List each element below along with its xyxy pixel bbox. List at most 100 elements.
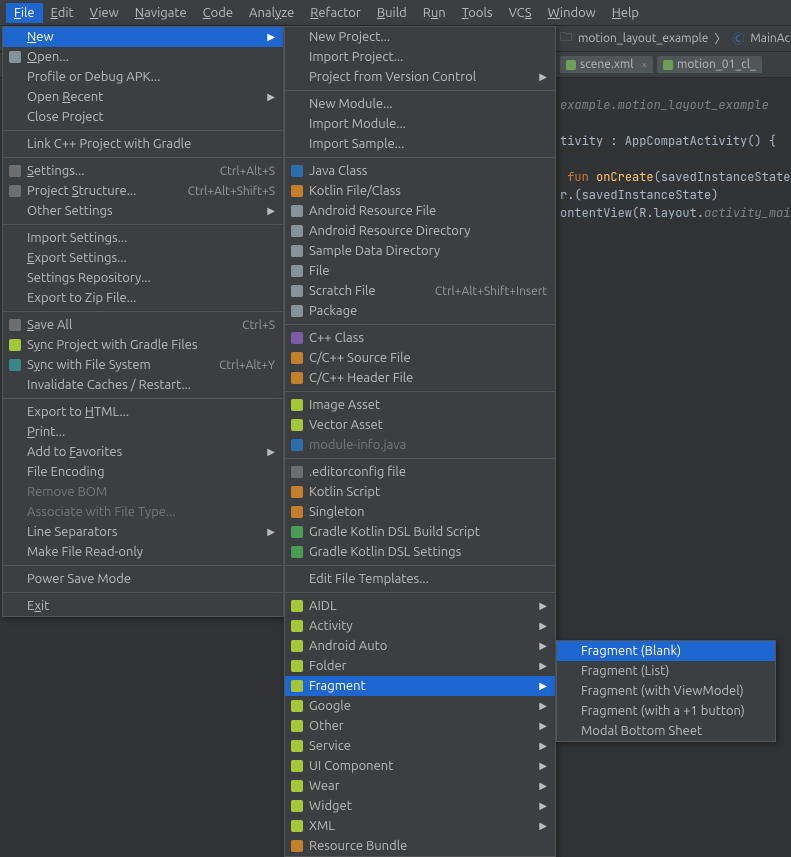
new-gradle-kotlin-dsl-build-script[interactable]: Gradle Kotlin DSL Build Script <box>285 522 555 542</box>
file-sync-project-with-gradle-files[interactable]: Sync Project with Gradle Files <box>3 335 283 355</box>
breadcrumb-folder[interactable]: motion_layout_example <box>578 32 708 45</box>
file-new[interactable]: New▶ <box>3 27 283 47</box>
new-file[interactable]: File <box>285 261 555 281</box>
new-java-class[interactable]: Java Class <box>285 161 555 181</box>
new-import-sample[interactable]: Import Sample... <box>285 134 555 154</box>
new-fragment[interactable]: Fragment▶ <box>285 676 555 696</box>
menu-item-label: Service <box>309 739 351 753</box>
fragment-fragment-list[interactable]: Fragment (List) <box>557 661 775 681</box>
new-widget[interactable]: Widget▶ <box>285 796 555 816</box>
menu-item-label: Import Project... <box>309 50 403 64</box>
file-sync-with-file-system[interactable]: Sync with File SystemCtrl+Alt+Y <box>3 355 283 375</box>
new-wear[interactable]: Wear▶ <box>285 776 555 796</box>
file-settings[interactable]: Settings...Ctrl+Alt+S <box>3 161 283 181</box>
new-xml[interactable]: XML▶ <box>285 816 555 836</box>
menu-item-label: .editorconfig file <box>309 465 406 479</box>
new-new-module[interactable]: New Module... <box>285 94 555 114</box>
new-ui-component[interactable]: UI Component▶ <box>285 756 555 776</box>
menu-item-label: Kotlin Script <box>309 485 380 499</box>
file-open[interactable]: Open... <box>3 47 283 67</box>
menu-build[interactable]: Build <box>369 3 415 23</box>
new-c-c-header-file[interactable]: C/C++ Header File <box>285 368 555 388</box>
new-editorconfig-file[interactable]: .editorconfig file <box>285 462 555 482</box>
file-import-settings[interactable]: Import Settings... <box>3 228 283 248</box>
separator <box>285 324 555 325</box>
new-vector-asset[interactable]: Vector Asset <box>285 415 555 435</box>
new-image-asset[interactable]: Image Asset <box>285 395 555 415</box>
new-other[interactable]: Other▶ <box>285 716 555 736</box>
file-link-c-project-with-gradle[interactable]: Link C++ Project with Gradle <box>3 134 283 154</box>
new-android-auto[interactable]: Android Auto▶ <box>285 636 555 656</box>
file-invalidate-caches-restart[interactable]: Invalidate Caches / Restart... <box>3 375 283 395</box>
new-activity[interactable]: Activity▶ <box>285 616 555 636</box>
fragment-fragment-with-viewmodel[interactable]: Fragment (with ViewModel) <box>557 681 775 701</box>
menu-vcs[interactable]: VCS <box>501 3 540 23</box>
new-android-resource-file[interactable]: Android Resource File <box>285 201 555 221</box>
editor-tab[interactable]: motion_01_cl_ <box>657 56 762 73</box>
file-project-structure[interactable]: Project Structure...Ctrl+Alt+Shift+S <box>3 181 283 201</box>
file-profile-or-debug-apk[interactable]: Profile or Debug APK... <box>3 67 283 87</box>
menu-item-label: Other <box>309 719 344 733</box>
new-kotlin-file-class[interactable]: Kotlin File/Class <box>285 181 555 201</box>
new-kotlin-script[interactable]: Kotlin Script <box>285 482 555 502</box>
new-gradle-kotlin-dsl-settings[interactable]: Gradle Kotlin DSL Settings <box>285 542 555 562</box>
new-android-resource-directory[interactable]: Android Resource Directory <box>285 221 555 241</box>
file-file-encoding[interactable]: File Encoding <box>3 462 283 482</box>
breadcrumb-class[interactable]: MainAc <box>750 32 790 45</box>
new-resource-bundle[interactable]: Resource Bundle <box>285 836 555 856</box>
file-power-save-mode[interactable]: Power Save Mode <box>3 569 283 589</box>
new-service[interactable]: Service▶ <box>285 736 555 756</box>
menu-file[interactable]: File <box>6 3 43 23</box>
menu-navigate[interactable]: Navigate <box>127 3 195 23</box>
editor-tab[interactable]: scene.xml× <box>560 56 653 73</box>
fragment-fragment-with-a-1-button[interactable]: Fragment (with a +1 button) <box>557 701 775 721</box>
file-close-project[interactable]: Close Project <box>3 107 283 127</box>
fragment-modal-bottom-sheet[interactable]: Modal Bottom Sheet <box>557 721 775 741</box>
file-settings-repository[interactable]: Settings Repository... <box>3 268 283 288</box>
file-make-file-read-only[interactable]: Make File Read-only <box>3 542 283 562</box>
menu-view[interactable]: View <box>82 3 127 23</box>
file-remove-bom: Remove BOM <box>3 482 283 502</box>
menu-window[interactable]: Window <box>540 3 604 23</box>
file-exit[interactable]: Exit <box>3 596 283 616</box>
menu-item-label: Profile or Debug APK... <box>27 70 160 84</box>
new-c-c-source-file[interactable]: C/C++ Source File <box>285 348 555 368</box>
file-line-separators[interactable]: Line Separators▶ <box>3 522 283 542</box>
new-new-project[interactable]: New Project... <box>285 27 555 47</box>
separator <box>3 130 283 131</box>
new-sample-data-directory[interactable]: Sample Data Directory <box>285 241 555 261</box>
new-scratch-file[interactable]: Scratch FileCtrl+Alt+Shift+Insert <box>285 281 555 301</box>
new-package[interactable]: Package <box>285 301 555 321</box>
file-save-all[interactable]: Save AllCtrl+S <box>3 315 283 335</box>
menu-code[interactable]: Code <box>195 3 241 23</box>
menu-run[interactable]: Run <box>415 3 454 23</box>
menu-tools[interactable]: Tools <box>454 3 501 23</box>
file-export-to-html[interactable]: Export to HTML... <box>3 402 283 422</box>
new-aidl[interactable]: AIDL▶ <box>285 596 555 616</box>
new-google[interactable]: Google▶ <box>285 696 555 716</box>
blue-icon <box>289 437 305 453</box>
new-project-from-version-control[interactable]: Project from Version Control▶ <box>285 67 555 87</box>
menu-help[interactable]: Help <box>604 3 647 23</box>
close-icon[interactable]: × <box>641 59 647 70</box>
new-edit-file-templates[interactable]: Edit File Templates... <box>285 569 555 589</box>
file-export-to-zip-file[interactable]: Export to Zip File... <box>3 288 283 308</box>
gear-icon <box>289 464 305 480</box>
file-open-recent[interactable]: Open Recent▶ <box>3 87 283 107</box>
fragment-fragment-blank[interactable]: Fragment (Blank) <box>557 641 775 661</box>
menu-analyze[interactable]: Analyze <box>241 3 302 23</box>
file-other-settings[interactable]: Other Settings▶ <box>3 201 283 221</box>
new-c-class[interactable]: C++ Class <box>285 328 555 348</box>
new-singleton[interactable]: Singleton <box>285 502 555 522</box>
menubar: FileEditViewNavigateCodeAnalyzeRefactorB… <box>0 0 791 26</box>
new-folder[interactable]: Folder▶ <box>285 656 555 676</box>
code-editor[interactable]: example.motion_layout_example tivity : A… <box>560 78 791 222</box>
new-import-module[interactable]: Import Module... <box>285 114 555 134</box>
new-import-project[interactable]: Import Project... <box>285 47 555 67</box>
menu-refactor[interactable]: Refactor <box>302 3 369 23</box>
menu-edit[interactable]: Edit <box>43 3 82 23</box>
menu-item-label: Sync Project with Gradle Files <box>27 338 198 352</box>
file-add-to-favorites[interactable]: Add to Favorites▶ <box>3 442 283 462</box>
file-print[interactable]: Print... <box>3 422 283 442</box>
file-export-settings[interactable]: Export Settings... <box>3 248 283 268</box>
